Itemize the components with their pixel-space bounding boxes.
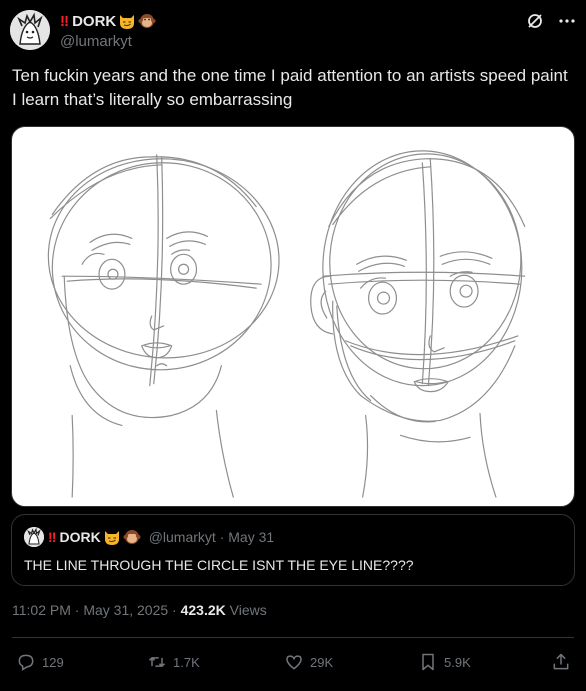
like-count: 29K xyxy=(310,654,334,670)
bookmark-count: 5.9K xyxy=(444,654,471,670)
reply-count: 129 xyxy=(42,654,64,670)
bookmark-button[interactable]: 5.9K xyxy=(418,652,471,672)
avatar[interactable] xyxy=(10,10,50,50)
quoted-avatar xyxy=(24,527,44,547)
double-exclamation-icon: ‼ xyxy=(60,12,69,30)
heart-icon xyxy=(286,655,302,670)
double-exclamation-icon: ‼ xyxy=(48,529,57,545)
header-actions xyxy=(526,12,576,30)
tweet-image[interactable] xyxy=(11,126,575,507)
divider xyxy=(12,637,574,638)
action-bar: 129 1.7K 29K 5.9K xyxy=(0,648,586,680)
share-icon xyxy=(553,653,569,670)
author-handle[interactable]: @lumarkyt xyxy=(60,33,132,50)
tweet-header: ‼ DORK @lumarkyt xyxy=(10,10,576,54)
timestamp: 11:02 PM · May 31, 2025 · 423.2K Views xyxy=(12,602,267,618)
quoted-display-name: ‼ DORK xyxy=(48,528,141,546)
like-button[interactable]: 29K xyxy=(284,652,333,672)
smirking-cat-icon xyxy=(120,15,135,29)
quoted-tweet-header: ‼ DORK @lumarkyt · May 31 xyxy=(24,527,274,547)
grok-icon[interactable] xyxy=(526,12,544,30)
views-label: Views xyxy=(225,602,267,618)
smirking-cat-icon xyxy=(104,531,119,545)
reply-icon xyxy=(18,654,34,671)
retweet-count: 1.7K xyxy=(173,654,200,670)
monkey-icon xyxy=(123,530,141,544)
retweet-icon xyxy=(148,657,166,667)
monkey-icon xyxy=(138,14,156,28)
more-icon[interactable] xyxy=(558,12,576,30)
face-sketch-drawing xyxy=(47,150,526,498)
quoted-text: THE LINE THROUGH THE CIRCLE ISNT THE EYE… xyxy=(24,557,414,573)
reply-button[interactable]: 129 xyxy=(16,652,64,672)
author-name[interactable]: DORK xyxy=(72,13,116,30)
bookmark-icon xyxy=(422,653,434,671)
post-time[interactable]: 11:02 PM · May 31, 2025 · xyxy=(12,602,181,618)
quoted-tweet[interactable]: ‼ DORK @lumarkyt · May 31 THE LINE THROU… xyxy=(11,514,575,586)
view-count: 423.2K xyxy=(180,602,226,618)
tweet-text: Ten fuckin years and the one time I paid… xyxy=(12,66,568,109)
share-button[interactable] xyxy=(551,652,571,672)
retweet-button[interactable]: 1.7K xyxy=(147,652,200,672)
display-name[interactable]: ‼ DORK xyxy=(60,12,156,30)
quoted-author-name: DORK xyxy=(59,529,101,545)
quoted-meta: @lumarkyt · May 31 xyxy=(148,529,275,545)
